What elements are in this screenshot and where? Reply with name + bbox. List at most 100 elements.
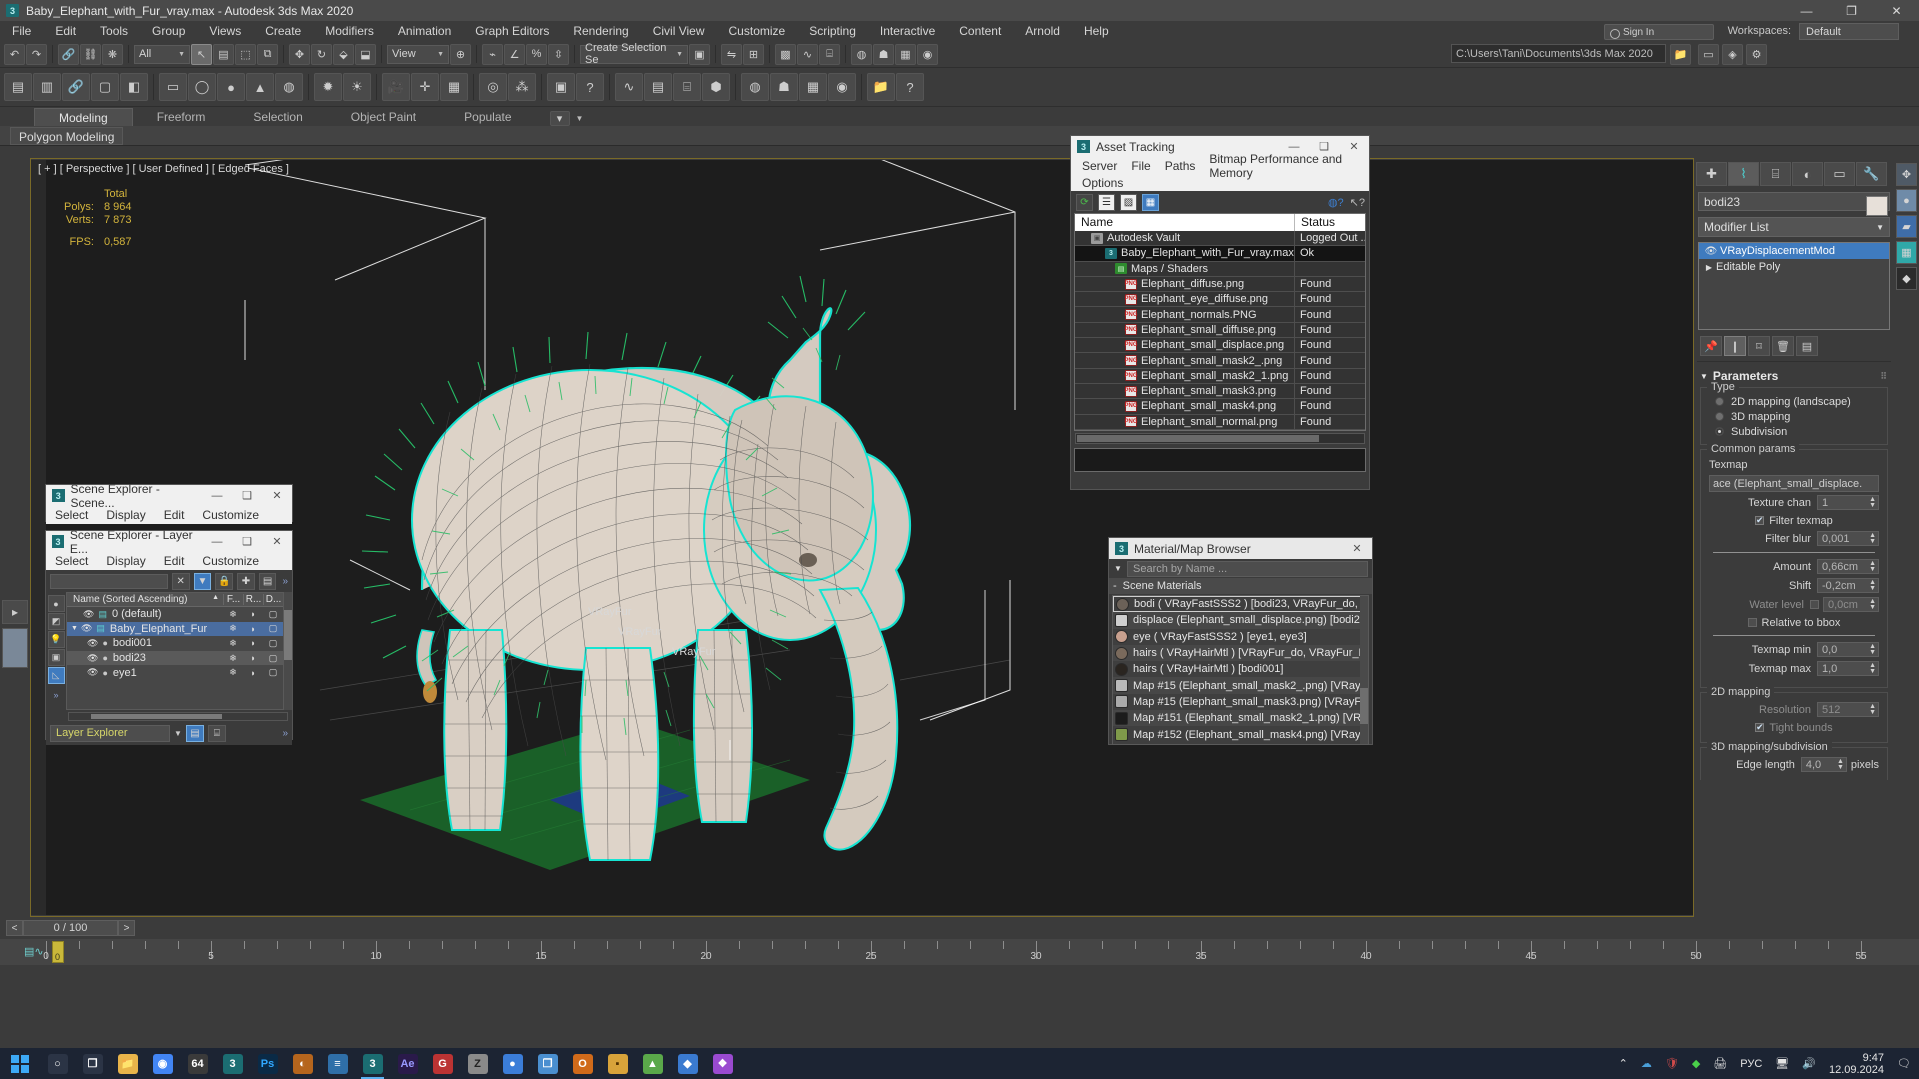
display-cell[interactable]: ▢ xyxy=(263,653,283,664)
frozen-cell[interactable]: ❄ xyxy=(223,653,243,664)
spinner-arrows-icon[interactable]: ▲ ▼ xyxy=(1869,598,1876,611)
menu-scripting[interactable]: Scripting xyxy=(797,21,868,41)
chevron-down-icon[interactable]: ▼ xyxy=(174,729,182,738)
asset-row[interactable]: PNG Elephant_small_mask2_.png Found xyxy=(1075,353,1365,369)
snap-toggle-icon[interactable]: ⌁ xyxy=(482,43,503,65)
track-view-icon[interactable]: ▤∿ xyxy=(24,945,44,958)
schematic-view-icon[interactable]: ⌸ xyxy=(819,43,840,65)
time-slider[interactable]: 0 xyxy=(52,941,64,963)
plane-icon[interactable]: ▰ xyxy=(1896,215,1917,238)
menu-group[interactable]: Group xyxy=(140,21,197,41)
asset-tracking-grid[interactable]: Name Status ▣ Autodesk Vault Logged Out … xyxy=(1074,213,1366,431)
reference-coord-combo[interactable]: View ▼ xyxy=(387,44,449,64)
asset-row[interactable]: PNG Elephant_eye_diffuse.png Found xyxy=(1075,292,1365,308)
cone-primitive-icon[interactable]: ▲ xyxy=(246,73,274,101)
checkbox-checked-icon[interactable]: ✔ xyxy=(1755,722,1765,732)
radio-icon-selected[interactable] xyxy=(1715,427,1724,436)
bind-space-warp-icon[interactable]: ❋ xyxy=(102,43,123,65)
vscroll-thumb[interactable] xyxy=(284,610,292,660)
render-setup-alt-icon[interactable]: ⚙ xyxy=(1746,44,1767,65)
help-globe-icon[interactable]: ◍? xyxy=(1328,196,1344,209)
select-by-name-icon[interactable]: ▤ xyxy=(213,43,234,65)
create-tab[interactable]: ✚ xyxy=(1696,162,1727,186)
close-button[interactable]: ✕ xyxy=(1874,0,1919,21)
minimize-button[interactable]: — xyxy=(202,531,232,552)
texmap-min-spinner[interactable]: 0,0 ▲ ▼ xyxy=(1817,642,1879,657)
motion-tab[interactable]: ◐ xyxy=(1792,162,1823,186)
selection-filter-combo[interactable]: All ▼ xyxy=(134,44,190,64)
edge-length-spinner[interactable]: 4,0 ▲ ▼ xyxy=(1800,757,1847,772)
menu-server[interactable]: Server xyxy=(1075,159,1124,173)
render-cell[interactable]: ◗ xyxy=(243,668,263,678)
render-cell[interactable]: ◗ xyxy=(243,609,263,619)
render-setup-toolbar-icon[interactable]: ☗ xyxy=(770,73,798,101)
hierarchy-tab[interactable]: ⌸ xyxy=(1760,162,1791,186)
render-cell[interactable]: ◗ xyxy=(243,653,263,663)
object-name-field[interactable]: bodi23 xyxy=(1698,192,1890,211)
3dsmax-icon-2[interactable]: 3 xyxy=(355,1048,390,1079)
maximize-button[interactable]: ❑ xyxy=(232,531,262,552)
link-toolbar-icon[interactable]: 🔗 xyxy=(62,73,90,101)
asset-row[interactable]: PNG Elephant_small_mask3.png Found xyxy=(1075,383,1365,400)
footer-overflow-icon[interactable]: » xyxy=(282,728,288,739)
printer-icon[interactable]: 🖨 xyxy=(1713,1057,1727,1070)
ribbon-minimize-icon[interactable]: ▾ xyxy=(549,111,570,126)
layer-explorer-grid[interactable]: Name (Sorted Ascending) ▲ F... R... D...… xyxy=(66,592,284,710)
menu-create[interactable]: Create xyxy=(253,21,313,41)
spinner-arrows-icon[interactable]: ▲ ▼ xyxy=(1869,643,1876,656)
object-color-swatch[interactable] xyxy=(1866,196,1888,216)
menu-display[interactable]: Display xyxy=(97,554,154,568)
sphere-primitive-icon[interactable]: ● xyxy=(217,73,245,101)
select-object-icon[interactable]: ↖ xyxy=(191,43,212,65)
quick-render-icon[interactable]: ▣ xyxy=(547,73,575,101)
app-icon-b[interactable]: ◆ xyxy=(670,1048,705,1079)
render-frame-window-icon[interactable]: ▭ xyxy=(1698,44,1719,65)
collapse-triangle-icon[interactable]: ▼ xyxy=(71,625,78,632)
menu-paths[interactable]: Paths xyxy=(1158,159,1203,173)
scene-explorer-window[interactable]: 3 Scene Explorer - Scene... — ❑ ✕ Select… xyxy=(45,482,293,524)
volume-icon[interactable]: 🔊 xyxy=(1802,1057,1816,1070)
material-vscrollbar[interactable] xyxy=(1360,596,1368,744)
asset-row[interactable]: PNG Elephant_diffuse.png Found xyxy=(1075,276,1365,293)
menu-select[interactable]: Select xyxy=(46,508,97,522)
menu-help[interactable]: Help xyxy=(1072,21,1121,41)
onedrive-icon[interactable]: ☁ xyxy=(1641,1057,1652,1070)
calculator-icon[interactable]: 64 xyxy=(180,1048,215,1079)
asset-row[interactable]: PNG Elephant_small_mask4.png Found xyxy=(1075,399,1365,415)
taskbar-clock[interactable]: 9:47 12.09.2024 xyxy=(1829,1052,1884,1076)
maximize-button[interactable]: ❐ xyxy=(1829,0,1874,21)
asset-row[interactable]: PNG Elephant_small_normal.png Found xyxy=(1075,414,1365,430)
spinner-arrows-icon[interactable]: ▲ ▼ xyxy=(1837,758,1844,771)
radio-subdivision[interactable]: Subdivision xyxy=(1705,424,1883,439)
filter-light-icon[interactable]: 💡 xyxy=(47,631,65,648)
camera-icon[interactable]: 🎥 xyxy=(382,73,410,101)
named-selection-combo[interactable]: Create Selection Se ▼ xyxy=(580,42,688,66)
frozen-cell[interactable]: ❄ xyxy=(223,638,243,649)
scene-materials-section-header[interactable]: - Scene Materials xyxy=(1109,578,1372,594)
layer-row[interactable]: 👁 ● bodi001 ❄ ◗ ▢ xyxy=(67,636,283,651)
select-link-icon[interactable]: 🔗 xyxy=(58,43,79,65)
spinner-arrows-icon[interactable]: ▲ ▼ xyxy=(1869,662,1876,675)
photoshop-icon[interactable]: Ps xyxy=(250,1048,285,1079)
grid-view-icon[interactable]: ▦ xyxy=(1142,193,1159,211)
checkbox-icon[interactable] xyxy=(1747,618,1757,627)
filter-blur-spinner[interactable]: 0,001 ▲ ▼ xyxy=(1817,531,1879,546)
project-folder-icon[interactable]: 📁 xyxy=(1670,44,1691,65)
curve-editor-icon[interactable]: ∿ xyxy=(797,43,818,65)
align-icon[interactable]: ⊞ xyxy=(743,43,764,65)
eye-icon[interactable]: 👁 xyxy=(87,638,98,649)
chevron-down-icon[interactable]: ▼ xyxy=(1109,564,1127,573)
spinner-arrows-icon[interactable]: ▲ ▼ xyxy=(1869,560,1876,573)
maximize-button[interactable]: ❑ xyxy=(232,485,262,506)
material-row[interactable]: bodi ( VRayFastSSS2 ) [bodi23, VRayFur_d… xyxy=(1113,596,1368,613)
filter-texmap-checkbox[interactable]: ✔ Filter texmap xyxy=(1709,513,1879,528)
menu-bitmap-performance[interactable]: Bitmap Performance and Memory xyxy=(1202,152,1369,180)
help-icon[interactable]: ? xyxy=(576,73,604,101)
sun-light-icon[interactable]: ☀ xyxy=(343,73,371,101)
cylinder-primitive-icon[interactable]: ◯ xyxy=(188,73,216,101)
tight-bounds-checkbox[interactable]: ✔ Tight bounds xyxy=(1709,720,1879,735)
text-editor-icon[interactable]: ≡ xyxy=(320,1048,355,1079)
menu-edit[interactable]: Edit xyxy=(43,21,88,41)
utilities-tab[interactable]: 🔧 xyxy=(1856,162,1887,186)
zbrush-icon[interactable]: Z xyxy=(460,1048,495,1079)
